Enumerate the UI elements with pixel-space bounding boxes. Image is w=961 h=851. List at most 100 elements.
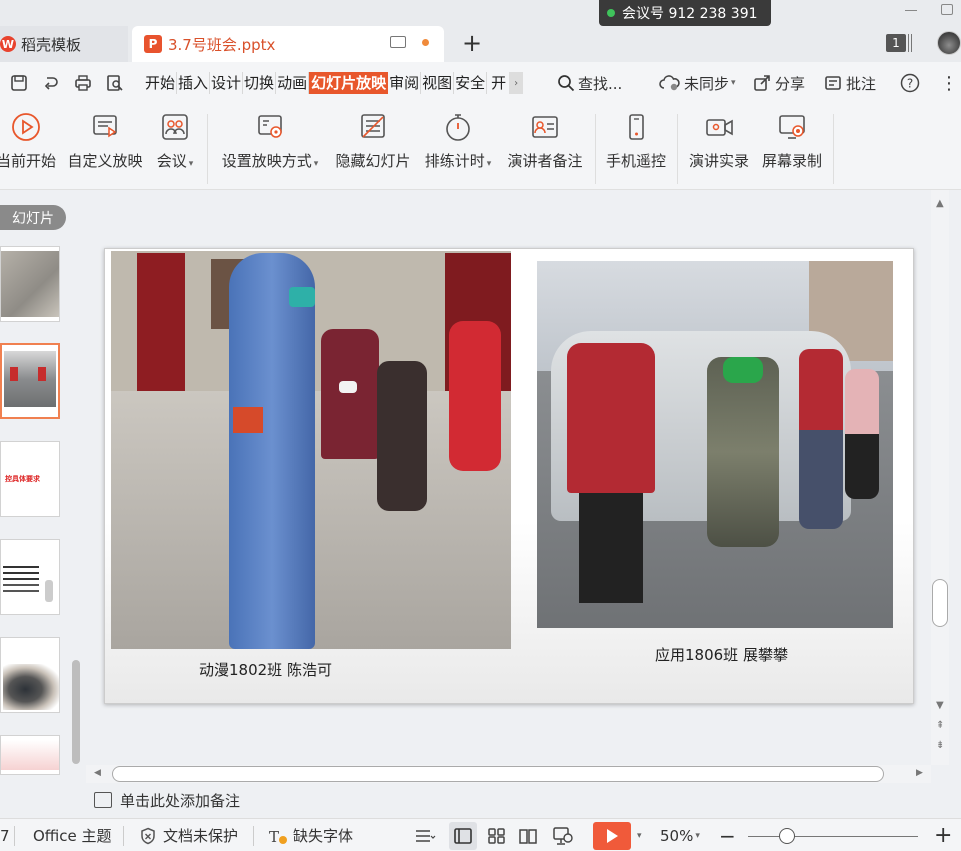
- thumbnail-scrollbar[interactable]: [72, 660, 80, 764]
- setup-show-button[interactable]: 设置放映方式 ▾: [218, 110, 322, 171]
- vertical-scroll-thumb[interactable]: [932, 579, 948, 627]
- slide[interactable]: 动漫1802班 陈浩可 应用1806班 展攀攀: [104, 248, 914, 704]
- more-options-icon[interactable]: ⋮: [940, 62, 958, 104]
- slide-thumbnail[interactable]: [0, 539, 60, 615]
- zoom-level[interactable]: 50% ▾: [660, 819, 700, 851]
- theme-name[interactable]: Office 主题: [33, 819, 112, 851]
- tab-label: 稻壳模板: [21, 35, 82, 54]
- monitor-icon[interactable]: [390, 36, 406, 48]
- scroll-down-arrow-icon[interactable]: ▼: [936, 700, 944, 711]
- presenter-notes-icon: [529, 110, 561, 144]
- comment-icon: [825, 76, 841, 90]
- slide-number[interactable]: 7: [0, 819, 10, 851]
- slide-thumbnail[interactable]: [0, 246, 60, 322]
- zoom-out-icon[interactable]: −: [719, 819, 736, 851]
- caption-left[interactable]: 动漫1802班 陈浩可: [199, 659, 332, 680]
- menu-security[interactable]: 安全: [454, 72, 488, 94]
- tab-document[interactable]: P 3.7号班会.pptx: [132, 26, 444, 62]
- play-options-chevron-icon[interactable]: ▾: [637, 819, 642, 851]
- slide-sorter-view-icon[interactable]: [487, 819, 507, 851]
- screen-record-icon: [776, 110, 808, 144]
- notes-view-toggle-icon[interactable]: [414, 819, 436, 851]
- button-label: 演讲实录: [688, 152, 749, 170]
- share-icon: [754, 75, 770, 91]
- tab-docer-templates[interactable]: W 稻壳模板: [0, 26, 128, 62]
- from-current-slide-button[interactable]: 当前开始: [0, 110, 56, 171]
- window-count-badge[interactable]: 1: [886, 34, 906, 52]
- slide-thumbnail[interactable]: 控具体要求: [0, 441, 60, 517]
- presenter-notes-button[interactable]: 演讲者备注: [504, 110, 586, 171]
- play-circle-icon: [10, 110, 42, 144]
- next-slide-icon[interactable]: ⇟: [936, 740, 944, 751]
- custom-show-button[interactable]: 自定义放映: [66, 110, 144, 171]
- menu-transitions[interactable]: 切换: [243, 72, 277, 94]
- hide-slide-button[interactable]: 隐藏幻灯片: [334, 110, 412, 171]
- vertical-scrollbar[interactable]: ▲ ▼ ⇞ ⇟: [931, 190, 949, 765]
- unsaved-dot-icon: [422, 39, 429, 46]
- normal-view-icon[interactable]: [449, 822, 477, 850]
- previous-slide-icon[interactable]: ⇞: [936, 720, 944, 731]
- zoom-slider-handle[interactable]: [779, 828, 795, 844]
- menu-developer[interactable]: 开: [487, 72, 507, 94]
- zoom-in-icon[interactable]: +: [934, 819, 952, 851]
- menu-review[interactable]: 审阅: [388, 72, 422, 94]
- rehearse-timings-button[interactable]: 排练计时 ▾: [421, 110, 495, 171]
- meeting-id-banner[interactable]: 会议号 912 238 391: [599, 0, 771, 26]
- slides-pane-label[interactable]: 幻灯片: [0, 205, 66, 230]
- menu-design[interactable]: 设计: [210, 72, 244, 94]
- help-icon[interactable]: ?: [900, 62, 920, 104]
- meeting-button[interactable]: 会议 ▾: [154, 110, 196, 171]
- share-button[interactable]: 分享: [753, 62, 805, 104]
- photo-person-pink: [845, 369, 879, 499]
- thumbnail-title: 控具体要求: [5, 475, 40, 483]
- hide-slide-icon: [357, 110, 389, 144]
- notes-area[interactable]: 单击此处添加备注: [86, 785, 949, 815]
- meeting-people-icon: [159, 110, 191, 144]
- horizontal-scrollbar[interactable]: ◀ ▶: [86, 765, 931, 783]
- print-icon[interactable]: [70, 70, 96, 96]
- record-presentation-button[interactable]: 演讲实录: [684, 110, 754, 171]
- reading-view-icon[interactable]: [518, 819, 538, 851]
- undo-icon[interactable]: [38, 70, 64, 96]
- save-icon[interactable]: [6, 70, 32, 96]
- menu-insert[interactable]: 插入: [177, 72, 211, 94]
- notes-placeholder: 单击此处添加备注: [120, 791, 241, 810]
- print-preview-icon[interactable]: [102, 70, 128, 96]
- photo-temperature-check[interactable]: [111, 251, 511, 649]
- minimize-icon[interactable]: [905, 10, 917, 11]
- new-tab-plus-icon[interactable]: +: [462, 29, 482, 57]
- slide-thumbnail-selected[interactable]: [0, 343, 60, 419]
- scroll-right-arrow-icon[interactable]: ▶: [916, 768, 923, 778]
- menu-more-chevron-icon[interactable]: ›: [509, 72, 524, 94]
- slide-thumbnail[interactable]: [0, 637, 60, 713]
- menu-slideshow[interactable]: 幻灯片放映: [309, 72, 389, 94]
- comment-button[interactable]: 批注: [824, 62, 876, 104]
- button-label-text: 排练计时: [424, 152, 485, 170]
- slide-thumbnail[interactable]: [0, 735, 60, 775]
- screen-record-button[interactable]: 屏幕录制: [758, 110, 826, 171]
- tab-label: 3.7号班会.pptx: [168, 35, 276, 54]
- scroll-left-arrow-icon[interactable]: ◀: [94, 768, 101, 778]
- maximize-icon[interactable]: [941, 4, 953, 15]
- user-avatar[interactable]: [937, 31, 961, 55]
- phone-remote-button[interactable]: 手机遥控: [602, 110, 670, 171]
- button-label: 当前开始: [0, 152, 57, 170]
- zoom-slider-track[interactable]: [748, 836, 918, 837]
- document-protection-button[interactable]: 文档未保护: [139, 819, 238, 851]
- missing-font-button[interactable]: T 缺失字体: [268, 819, 353, 851]
- play-slideshow-button[interactable]: [593, 822, 631, 850]
- search-button[interactable]: 查找...: [557, 62, 622, 104]
- menu-view[interactable]: 视图: [421, 72, 455, 94]
- status-divider: [253, 826, 254, 846]
- menu-animations[interactable]: 动画: [276, 72, 310, 94]
- menu-home[interactable]: 开始: [144, 72, 178, 94]
- photo-vehicle-checkpoint[interactable]: [537, 261, 893, 628]
- sync-status-button[interactable]: 未同步 ▾: [659, 62, 736, 104]
- presenter-view-icon[interactable]: [552, 819, 574, 851]
- status-dot-icon: [607, 9, 615, 17]
- window-list-icon[interactable]: [908, 34, 912, 52]
- caption-right[interactable]: 应用1806班 展攀攀: [655, 644, 788, 665]
- notes-icon: [94, 792, 112, 808]
- horizontal-scroll-thumb[interactable]: [112, 766, 884, 782]
- scroll-up-arrow-icon[interactable]: ▲: [936, 198, 944, 209]
